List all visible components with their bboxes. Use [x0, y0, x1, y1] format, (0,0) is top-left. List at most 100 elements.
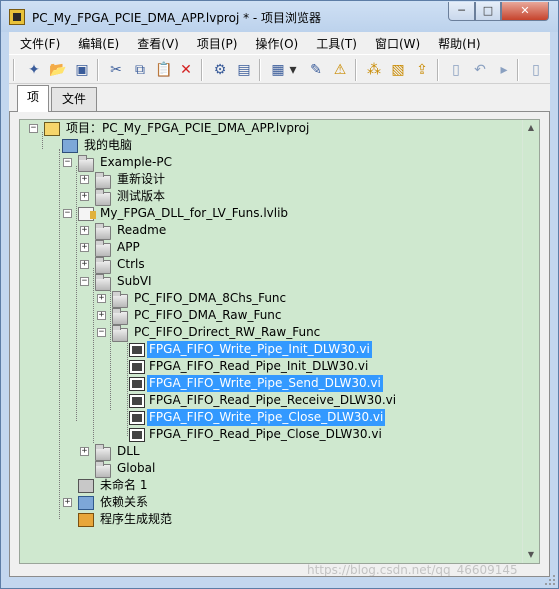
- close-button[interactable]: ✕: [501, 2, 549, 21]
- tab-items[interactable]: 项: [17, 85, 49, 112]
- toolbar: ✦ 📂 ▣ ✂ ⧉ 📋 ✕ ⚙ ▤ ▦ ▾ ✎ ⚠ ⁂ ▧ ⇪ ▯ ↶ ▸ ▯: [9, 54, 550, 84]
- cut-icon[interactable]: ✂: [107, 61, 125, 79]
- expand-toggle[interactable]: +: [80, 260, 89, 269]
- vi-icon: [78, 479, 94, 493]
- folder-icon: [95, 461, 111, 478]
- computer-icon: [62, 139, 78, 153]
- tree-item-dependencies[interactable]: 依赖关系: [98, 494, 150, 511]
- collapse-toggle[interactable]: −: [29, 124, 38, 133]
- tree-item-vi[interactable]: FPGA_FIFO_Read_Pipe_Init_DLW30.vi: [147, 358, 370, 375]
- delete-icon[interactable]: ✕: [177, 61, 195, 79]
- toolbar-separator: [201, 59, 203, 81]
- scroll-up-arrow[interactable]: ▲: [523, 120, 539, 136]
- view-dropdown-icon[interactable]: ▦: [269, 61, 287, 79]
- tree-item-my-computer[interactable]: 我的电脑: [82, 137, 134, 154]
- tree-item-test-version[interactable]: 测试版本: [115, 188, 167, 205]
- collapse-toggle[interactable]: −: [80, 277, 89, 286]
- vi-icon: [129, 411, 145, 425]
- tree-item-example-pc[interactable]: Example-PC: [98, 154, 174, 171]
- deploy-icon[interactable]: ⇪: [413, 61, 431, 79]
- expand-toggle[interactable]: +: [80, 175, 89, 184]
- vertical-scrollbar[interactable]: ▲ ▼: [522, 120, 539, 563]
- expand-toggle[interactable]: +: [97, 294, 106, 303]
- add-icon[interactable]: ▸: [495, 61, 513, 79]
- tree-item-direct-rw[interactable]: PC_FIFO_Drirect_RW_Raw_Func: [132, 324, 322, 341]
- toolbar-separator: [259, 59, 261, 81]
- library-icon: [78, 207, 96, 221]
- tree-item-vi[interactable]: FPGA_FIFO_Write_Pipe_Send_DLW30.vi: [147, 375, 383, 392]
- menu-file[interactable]: 文件(F): [9, 35, 67, 52]
- tree-item-build-specs[interactable]: 程序生成规范: [98, 511, 174, 528]
- watermark-text: https://blog.csdn.net/qq_46609145: [307, 563, 518, 577]
- wand-icon[interactable]: ✎: [307, 61, 325, 79]
- expand-toggle[interactable]: +: [80, 447, 89, 456]
- paste-icon[interactable]: 📋: [155, 61, 173, 79]
- menu-tools[interactable]: 工具(T): [305, 35, 364, 52]
- properties-icon[interactable]: ⚙: [211, 61, 229, 79]
- tree-connector: [93, 268, 94, 443]
- labview-project-icon: [9, 9, 25, 25]
- tree-item-root[interactable]: 项目：PC_My_FPGA_PCIE_DMA_APP.lvproj: [64, 120, 311, 137]
- chevron-down-icon[interactable]: ▾: [287, 61, 299, 79]
- filter-icon[interactable]: ▧: [389, 61, 407, 79]
- menu-project[interactable]: 项目(P): [186, 35, 245, 52]
- tree-item-ctrls[interactable]: Ctrls: [115, 256, 147, 273]
- expand-toggle[interactable]: +: [80, 192, 89, 201]
- scroll-down-arrow[interactable]: ▼: [523, 547, 539, 563]
- maximize-button[interactable]: □: [475, 2, 501, 21]
- copy-icon[interactable]: ⧉: [131, 61, 149, 79]
- minimize-button[interactable]: ─: [448, 2, 475, 21]
- folder-icon: [95, 240, 111, 257]
- folder-icon: [95, 172, 111, 189]
- menu-edit[interactable]: 编辑(E): [67, 35, 126, 52]
- toolbar-separator: [13, 59, 15, 81]
- tree-connector: [59, 149, 60, 519]
- build-specs-icon: [78, 513, 94, 527]
- save-icon[interactable]: ▤: [235, 61, 253, 79]
- vi-icon: [129, 428, 145, 442]
- resize-grip-icon[interactable]: [544, 574, 556, 586]
- toolbar-separator: [437, 59, 439, 81]
- undo-icon[interactable]: ↶: [471, 61, 489, 79]
- menu-view[interactable]: 查看(V): [126, 35, 186, 52]
- tree-item-library[interactable]: My_FPGA_DLL_for_LV_Funs.lvlib: [98, 205, 290, 222]
- expand-toggle[interactable]: +: [80, 243, 89, 252]
- tree-item-dll[interactable]: DLL: [115, 443, 142, 460]
- warning-icon[interactable]: ⚠: [331, 61, 349, 79]
- folder-icon: [78, 155, 94, 172]
- collapse-toggle[interactable]: −: [63, 158, 72, 167]
- tree-item-vi[interactable]: FPGA_FIFO_Write_Pipe_Close_DLW30.vi: [147, 409, 386, 426]
- dependencies-icon: [78, 496, 94, 510]
- save-all-icon[interactable]: ▣: [73, 61, 91, 79]
- tree-item-dma-8chs[interactable]: PC_FIFO_DMA_8Chs_Func: [132, 290, 288, 307]
- tree-item-dma-raw[interactable]: PC_FIFO_DMA_Raw_Func: [132, 307, 284, 324]
- menu-help[interactable]: 帮助(H): [427, 35, 487, 52]
- tab-files[interactable]: 文件: [51, 87, 97, 111]
- open-icon[interactable]: 📂: [49, 61, 67, 79]
- tree-connector: [110, 285, 111, 410]
- build-icon[interactable]: ⁂: [365, 61, 383, 79]
- project-tree[interactable]: − 项目：PC_My_FPGA_PCIE_DMA_APP.lvproj 我的电脑…: [19, 119, 540, 564]
- expand-toggle[interactable]: +: [80, 226, 89, 235]
- collapse-toggle[interactable]: −: [97, 328, 106, 337]
- tree-item-vi[interactable]: FPGA_FIFO_Read_Pipe_Close_DLW30.vi: [147, 426, 384, 443]
- tree-item-vi[interactable]: FPGA_FIFO_Read_Pipe_Receive_DLW30.vi: [147, 392, 398, 409]
- menu-operate[interactable]: 操作(O): [244, 35, 305, 52]
- expand-toggle[interactable]: +: [97, 311, 106, 320]
- tree-item-unnamed[interactable]: 未命名 1: [98, 477, 149, 494]
- new-file-icon[interactable]: ▯: [447, 61, 465, 79]
- tree-item-vi[interactable]: FPGA_FIFO_Write_Pipe_Init_DLW30.vi: [147, 341, 372, 358]
- menu-window[interactable]: 窗口(W): [364, 35, 427, 52]
- tree-item-subvi[interactable]: SubVI: [115, 273, 154, 290]
- tree-item-global[interactable]: Global: [115, 460, 157, 477]
- title-bar[interactable]: PC_My_FPGA_PCIE_DMA_APP.lvproj * - 项目浏览器…: [1, 1, 558, 32]
- add-item-icon[interactable]: ▯: [527, 61, 545, 79]
- folder-icon: [95, 189, 111, 206]
- tree-item-readme[interactable]: Readme: [115, 222, 168, 239]
- new-icon[interactable]: ✦: [25, 61, 43, 79]
- collapse-toggle[interactable]: −: [63, 209, 72, 218]
- tree-item-redesign[interactable]: 重新设计: [115, 171, 167, 188]
- folder-icon: [112, 291, 128, 308]
- expand-toggle[interactable]: +: [63, 498, 72, 507]
- tree-item-app[interactable]: APP: [115, 239, 142, 256]
